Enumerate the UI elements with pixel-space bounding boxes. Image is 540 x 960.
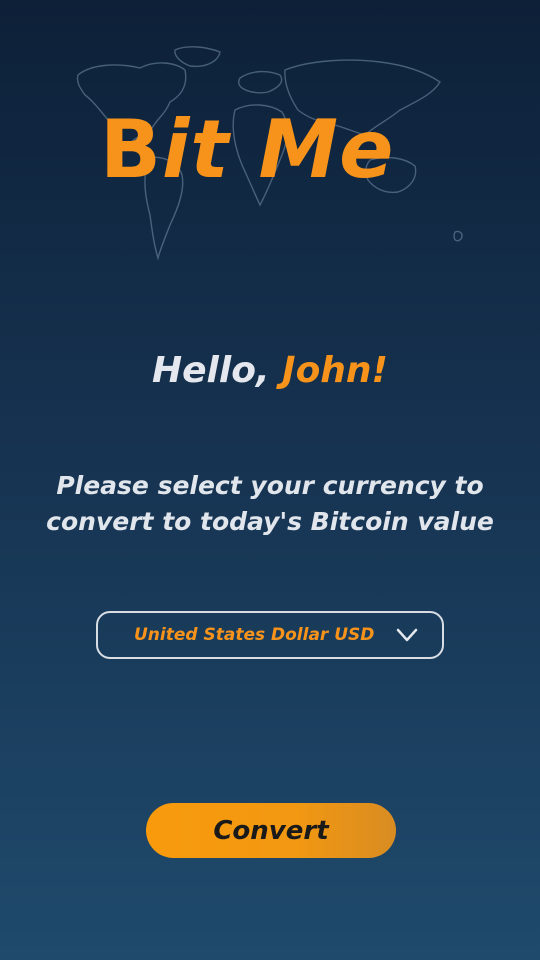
bitcoin-symbol: B <box>100 103 162 196</box>
currency-selected-value: United States Dollar USD <box>134 625 375 645</box>
instructions-text: Please select your currency to convert t… <box>30 468 510 540</box>
app-logo-text: Bit Me <box>100 110 394 190</box>
logo-wordmark: it Me <box>161 103 395 196</box>
currency-select[interactable]: United States Dollar USD <box>96 611 444 659</box>
instructions-line-1: Please select your currency to <box>56 471 484 500</box>
user-name: John! <box>282 350 388 391</box>
greeting: Hello, John! <box>0 350 540 391</box>
instructions-line-2: convert to today's Bitcoin value <box>46 507 494 536</box>
chevron-down-icon[interactable] <box>396 627 418 643</box>
app-logo: Bit Me <box>70 40 470 270</box>
greeting-prefix: Hello, <box>152 350 283 391</box>
convert-button[interactable]: Convert <box>146 803 396 858</box>
